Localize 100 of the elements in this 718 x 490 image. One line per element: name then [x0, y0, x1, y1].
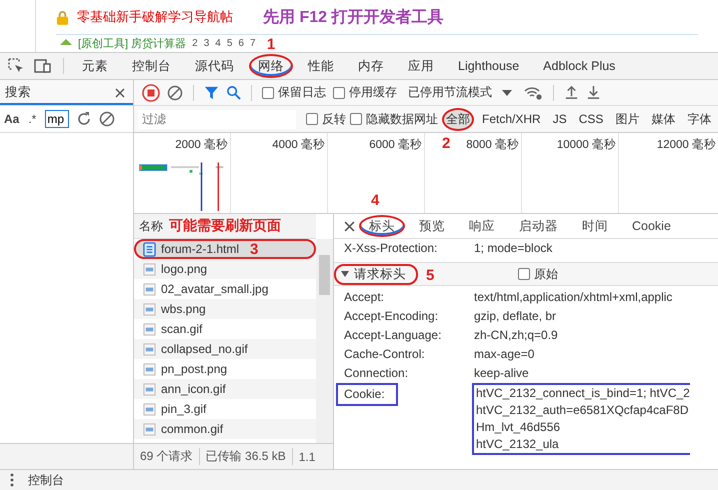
devtools-tab[interactable]: 性能 — [299, 54, 343, 78]
request-row[interactable]: common.gif — [134, 419, 316, 439]
image-icon — [143, 282, 156, 296]
page-link[interactable]: 3 — [204, 38, 210, 49]
page-link[interactable]: 5 — [226, 38, 232, 49]
type-filter-button[interactable]: 媒体 — [647, 108, 680, 130]
detail-tab[interactable]: 时间 — [572, 215, 618, 237]
checkbox-label: 隐藏数据网址 — [366, 110, 438, 128]
thread-title[interactable]: 零基础新手破解学习导航帖 — [77, 8, 233, 26]
request-name: 02_avatar_small.jpg — [161, 282, 268, 296]
header-name: Cache-Control: — [343, 346, 426, 363]
detail-tab[interactable]: 预览 — [409, 215, 455, 237]
header-value: htVC_2132_connect_is_bind=1; htVC_2 htVC_2132_auth=e6581XQcfap4caF8D Hm_lvt_46d556 htVC_2132_ula — [472, 383, 690, 455]
triangle-icon — [341, 270, 349, 278]
request-row[interactable]: pin_3.gif — [134, 399, 316, 419]
type-filter-button[interactable]: JS — [548, 109, 571, 129]
status-text: 69 个请求 — [134, 448, 200, 465]
column-header[interactable]: 名称 — [139, 218, 163, 234]
time-tick-label: 8000 毫秒 — [466, 138, 519, 152]
upload-icon[interactable] — [564, 85, 579, 100]
record-icon[interactable] — [142, 84, 160, 102]
type-filter-button[interactable]: 图片 — [611, 108, 644, 130]
request-row[interactable]: logo.png — [134, 259, 316, 279]
close-icon[interactable] — [115, 88, 125, 98]
time-tick-label: 6000 毫秒 — [369, 138, 422, 152]
type-filter-button[interactable]: Fetch/XHR — [478, 109, 545, 129]
checkbox[interactable] — [306, 113, 318, 125]
header-value: 1; mode=block — [473, 240, 552, 257]
scrollbar[interactable] — [316, 239, 333, 443]
request-row[interactable]: collapsed_no.gif — [134, 339, 316, 359]
type-filter-button[interactable]: CSS — [574, 109, 608, 129]
request-row[interactable]: pn_post.png — [134, 359, 316, 379]
throttle-dropdown[interactable]: 已停用节流模式 — [404, 84, 516, 101]
devtools-tab[interactable]: Lighthouse — [449, 54, 528, 78]
detail-tab[interactable]: 标头 — [359, 215, 405, 237]
devtools-tab[interactable]: 控制台 — [123, 54, 180, 78]
detail-tab[interactable]: 响应 — [459, 215, 505, 237]
time-tick-label: 4000 毫秒 — [272, 138, 325, 152]
header-name: Connection: — [343, 365, 410, 382]
devtools-tab[interactable]: Adblock Plus — [534, 54, 624, 78]
request-row[interactable]: forum-2-1.html 3 — [134, 239, 316, 259]
image-icon — [143, 402, 156, 416]
caret-icon — [502, 90, 512, 96]
devtools-tab[interactable]: 内存 — [349, 54, 393, 78]
page-link[interactable]: 6 — [238, 38, 244, 49]
image-icon — [143, 322, 156, 336]
header-name: X-Xss-Protection: — [343, 240, 438, 257]
request-row[interactable]: scan.gif — [134, 319, 316, 339]
checkbox[interactable] — [333, 86, 345, 98]
devtools-tab[interactable]: 元素 — [73, 54, 117, 78]
status-text: 已传输 36.5 kB — [200, 448, 293, 465]
search-field[interactable]: mp — [45, 110, 70, 128]
device-icon[interactable] — [34, 58, 52, 74]
request-name: common.gif — [161, 422, 224, 436]
more-icon[interactable] — [10, 473, 14, 487]
match-case-button[interactable]: Aa — [4, 112, 20, 126]
inspect-icon[interactable] — [8, 58, 24, 74]
checkbox-label: 反转 — [322, 110, 346, 128]
annotation-number: 5 — [426, 268, 434, 282]
clear-icon[interactable] — [167, 84, 183, 100]
annotation-number: 1 — [266, 37, 276, 52]
lock-icon — [56, 10, 69, 24]
header-name: Accept-Encoding: — [343, 308, 440, 325]
devtools-tab[interactable]: 源代码 — [186, 54, 243, 78]
detail-tab[interactable]: Cookie — [622, 215, 681, 237]
clear-icon[interactable] — [99, 111, 116, 127]
type-filter-button[interactable]: 字体 — [683, 108, 716, 130]
devtools-tab[interactable]: 应用 — [399, 54, 443, 78]
page-link[interactable]: 7 — [250, 38, 256, 49]
section-toggle[interactable]: 请求标头 — [334, 264, 418, 284]
header-value: max-age=0 — [473, 346, 534, 363]
checkbox[interactable] — [350, 113, 362, 125]
request-row[interactable]: wbs.png — [134, 299, 316, 319]
request-name: ann_icon.gif — [161, 382, 226, 396]
image-icon — [143, 362, 156, 376]
close-icon[interactable] — [344, 220, 355, 232]
time-tick-label: 12000 毫秒 — [656, 138, 716, 152]
wifi-settings-icon[interactable] — [523, 84, 543, 100]
filter-field[interactable]: 过滤 — [138, 110, 296, 128]
download-icon[interactable] — [586, 85, 601, 100]
search-icon[interactable] — [226, 85, 241, 100]
header-value: gzip, deflate, br — [473, 308, 556, 325]
request-row[interactable]: 02_avatar_small.jpg — [134, 279, 316, 299]
type-filter-button[interactable]: 全部 — [442, 108, 474, 130]
time-tick-label: 10000 毫秒 — [556, 138, 616, 152]
refresh-icon[interactable] — [76, 111, 92, 127]
thread-title[interactable]: [原创工具] 房贷计算器 — [78, 36, 186, 51]
checkbox[interactable] — [262, 86, 274, 98]
devtools-tab[interactable]: 网络 — [249, 54, 293, 78]
header-name: Accept-Language: — [343, 327, 442, 344]
detail-tab[interactable]: 启动器 — [509, 215, 568, 237]
header-value: zh-CN,zh;q=0.9 — [473, 327, 558, 344]
regex-button[interactable]: .* — [26, 112, 38, 126]
page-link[interactable]: 2 — [192, 38, 198, 49]
checkbox[interactable] — [518, 268, 530, 280]
request-row[interactable]: ann_icon.gif — [134, 379, 316, 399]
drawer-tab[interactable]: 控制台 — [28, 472, 64, 488]
header-value: text/html,application/xhtml+xml,applic — [473, 289, 672, 306]
page-link[interactable]: 4 — [215, 38, 221, 49]
filter-icon[interactable] — [204, 85, 219, 100]
